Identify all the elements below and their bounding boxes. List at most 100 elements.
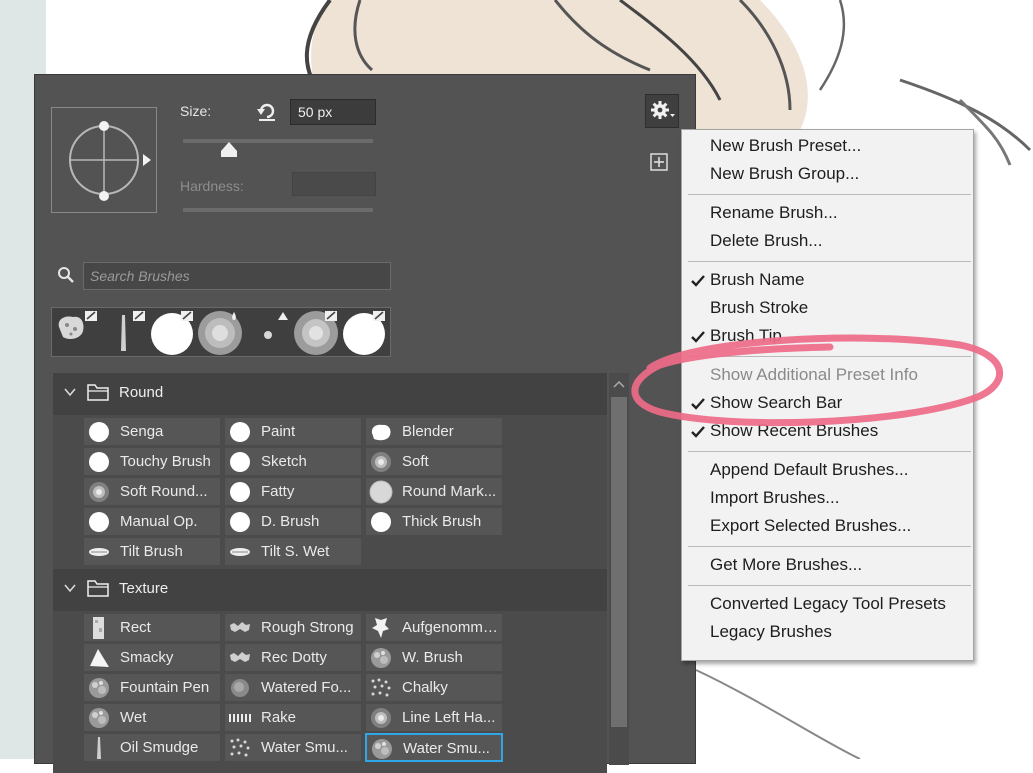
search-icon [58,267,74,283]
brush-preset[interactable]: W. Brush [365,643,503,672]
menu-item-show-search-bar[interactable]: Show Search Bar [682,390,973,416]
brush-name: Blender [402,423,454,440]
brush-preset[interactable]: Paint [224,417,362,446]
brush-name: Soft [402,453,429,470]
brush-preset[interactable]: Aufgenomm… [365,613,503,642]
brush-preset[interactable]: Touchy Brush [83,447,221,476]
brush-name: Round Mark... [402,483,497,500]
brush-thumbnail [370,737,394,761]
menu-item-new-brush-preset[interactable]: New Brush Preset... [682,133,973,159]
brush-name: W. Brush [402,649,463,666]
recent-brush-soft-round[interactable] [197,309,243,355]
scroll-thumb[interactable] [611,397,627,727]
brush-preset[interactable]: Soft Round... [83,477,221,506]
brush-preset[interactable]: Rough Strong [224,613,362,642]
brush-preset[interactable]: Fatty [224,477,362,506]
brush-preset[interactable]: Sketch [224,447,362,476]
brush-thumbnail [228,420,252,444]
recent-brush-hard-round[interactable] [149,309,195,355]
menu-item-delete-brush[interactable]: Delete Brush... [682,228,973,254]
brush-preset-selected[interactable]: Water Smu... [365,733,503,762]
menu-item-label: Show Search Bar [710,393,843,412]
size-slider[interactable] [183,139,373,143]
search-brushes-input[interactable]: Search Brushes [83,262,391,290]
brush-group-texture[interactable]: Texture [53,569,607,611]
menu-item-brush-stroke[interactable]: Brush Stroke [682,295,973,321]
recent-brush-streak-brush[interactable] [101,309,147,355]
brush-name: Chalky [402,679,448,696]
brush-preset[interactable]: Tilt S. Wet [224,537,362,566]
brush-preset[interactable]: Senga [83,417,221,446]
brush-preset[interactable]: Tilt Brush [83,537,221,566]
recent-brush-small-soft-round[interactable] [245,309,291,355]
brush-preset[interactable]: Oil Smudge [83,733,221,762]
brush-preset[interactable]: Line Left Ha... [365,703,503,732]
menu-item-get-more-brushes[interactable]: Get More Brushes... [682,552,973,578]
chevron-down-icon[interactable] [63,385,77,399]
recent-brush-soft-round-large[interactable] [293,309,339,355]
brush-thumbnail [228,736,252,760]
brush-name: Water Smu... [403,740,490,757]
hardness-label: Hardness: [180,178,244,194]
brush-preset[interactable]: Watered Fo... [224,673,362,702]
new-brush-icon[interactable] [650,153,668,171]
menu-item-legacy-brushes[interactable]: Legacy Brushes [682,619,973,645]
menu-item-brush-tip[interactable]: Brush Tip [682,323,973,349]
brush-preset[interactable]: Manual Op. [83,507,221,536]
brush-preset[interactable]: Smacky [83,643,221,672]
menu-item-export-selected-brushes[interactable]: Export Selected Brushes... [682,513,973,539]
brush-preset[interactable]: Fountain Pen [83,673,221,702]
menu-separator [688,451,971,452]
menu-item-show-recent-brushes[interactable]: Show Recent Brushes [682,418,973,444]
menu-item-label: Converted Legacy Tool Presets [710,594,946,613]
brush-preset[interactable]: Soft [365,447,503,476]
recent-brush-texture-brush[interactable] [53,309,99,355]
menu-item-import-brushes[interactable]: Import Brushes... [682,485,973,511]
brush-tip-preview[interactable] [51,107,157,213]
brush-name: Tilt S. Wet [261,543,330,560]
reset-size-icon[interactable] [255,99,279,123]
brush-preset[interactable]: Rect [83,613,221,642]
brush-preset[interactable]: D. Brush [224,507,362,536]
size-input[interactable]: 50 px [290,99,376,125]
brush-name: Rect [120,619,151,636]
brush-preset[interactable]: Wet [83,703,221,732]
brush-thumbnail [369,706,393,730]
brush-preset[interactable]: Round Mark... [365,477,503,506]
brush-name: Rough Strong [261,619,354,636]
menu-item-rename-brush[interactable]: Rename Brush... [682,200,973,226]
menu-item-new-brush-group[interactable]: New Brush Group... [682,161,973,187]
brush-preset[interactable]: Thick Brush [365,507,503,536]
brush-group-round[interactable]: Round [53,373,607,415]
brush-name: D. Brush [261,513,320,530]
menu-item-label: Brush Stroke [710,298,809,317]
brush-list: Round Senga Paint Blender Touchy Brush Sketch… [53,373,607,773]
brush-preset[interactable]: Rec Dotty [224,643,362,672]
chevron-down-icon[interactable] [63,581,77,595]
brush-thumbnail [228,450,252,474]
menu-item-label: Get More Brushes... [710,555,863,574]
menu-item-converted-legacy-tool-presets[interactable]: Converted Legacy Tool Presets [682,591,973,617]
brush-name: Paint [261,423,296,440]
brush-name: Thick Brush [402,513,482,530]
brush-name: Line Left Ha... [402,709,496,726]
brush-list-scrollbar[interactable] [609,373,629,765]
brush-thumbnail [228,616,252,640]
brush-settings-menu: New Brush Preset... New Brush Group... Ren… [681,129,974,661]
menu-item-append-default-brushes[interactable]: Append Default Brushes... [682,457,973,483]
settings-menu-button[interactable] [645,94,679,128]
brush-preset[interactable]: Blender [365,417,503,446]
brush-thumbnail [369,480,393,504]
brush-preset[interactable]: Water Smu... [224,733,362,762]
size-slider-thumb[interactable] [219,141,239,159]
hardness-slider[interactable] [183,208,373,212]
brush-preset[interactable]: Rake [224,703,362,732]
recent-brush-hard-round-large[interactable] [341,309,387,355]
brush-preset[interactable]: Chalky [365,673,503,702]
brush-name: Oil Smudge [120,739,199,756]
menu-item-brush-name[interactable]: Brush Name [682,267,973,293]
scroll-up-icon[interactable] [613,379,625,389]
hardness-input[interactable] [292,172,376,196]
folder-icon [87,384,109,401]
size-label: Size: [180,103,212,119]
